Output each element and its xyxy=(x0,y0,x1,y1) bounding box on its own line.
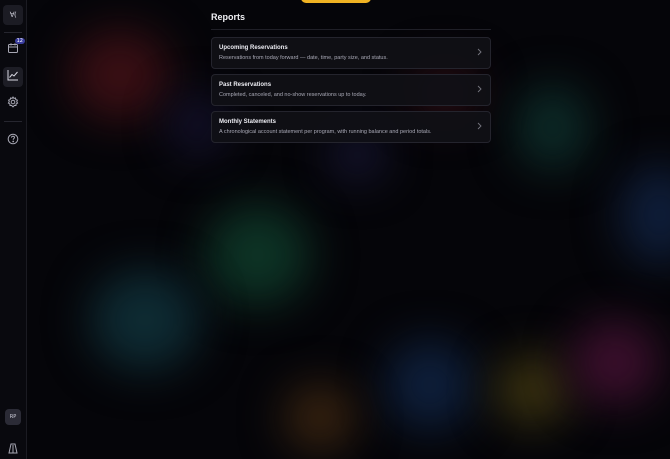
report-card-upcoming-reservations[interactable]: Upcoming Reservations Reservations from … xyxy=(211,37,491,69)
top-highlight-pill xyxy=(301,0,371,3)
report-card-description: Completed, canceled, and no-show reserva… xyxy=(219,92,367,98)
question-icon xyxy=(7,132,19,150)
brand-mark-icon xyxy=(3,438,23,458)
app-logo-button[interactable]: ∀( xyxy=(3,5,23,25)
chevron-right-icon xyxy=(477,85,482,93)
sidebar-item-reports[interactable] xyxy=(3,67,23,87)
report-card-title: Upcoming Reservations xyxy=(219,45,288,51)
report-card-title: Monthly Statements xyxy=(219,119,277,125)
sidebar-divider xyxy=(4,121,22,122)
app-logo-text: ∀( xyxy=(9,11,17,19)
report-card-description: A chronological account statement per pr… xyxy=(219,129,432,135)
user-avatar[interactable]: RP xyxy=(5,409,21,425)
page-title: Reports xyxy=(211,12,246,22)
report-card-title: Past Reservations xyxy=(219,82,272,88)
report-card-description: Reservations from today forward — date, … xyxy=(219,55,388,61)
title-divider xyxy=(211,29,491,30)
chart-line-icon xyxy=(7,68,19,86)
report-card-monthly-statements[interactable]: Monthly Statements A chronological accou… xyxy=(211,111,491,143)
chevron-right-icon xyxy=(477,48,482,56)
gear-icon xyxy=(7,95,19,113)
chevron-right-icon xyxy=(477,122,482,130)
sidebar-divider xyxy=(4,32,22,33)
reservations-count-badge: 12 xyxy=(14,38,25,44)
sidebar-item-reservations[interactable]: 12 xyxy=(3,38,25,60)
sidebar-item-help[interactable] xyxy=(3,131,23,151)
app-root: ∀( 12 RP Reports Upcoming Reservations R… xyxy=(0,0,670,459)
sidebar-item-settings[interactable] xyxy=(3,94,23,114)
report-card-past-reservations[interactable]: Past Reservations Completed, canceled, a… xyxy=(211,74,491,106)
sidebar: ∀( 12 RP xyxy=(0,0,27,459)
